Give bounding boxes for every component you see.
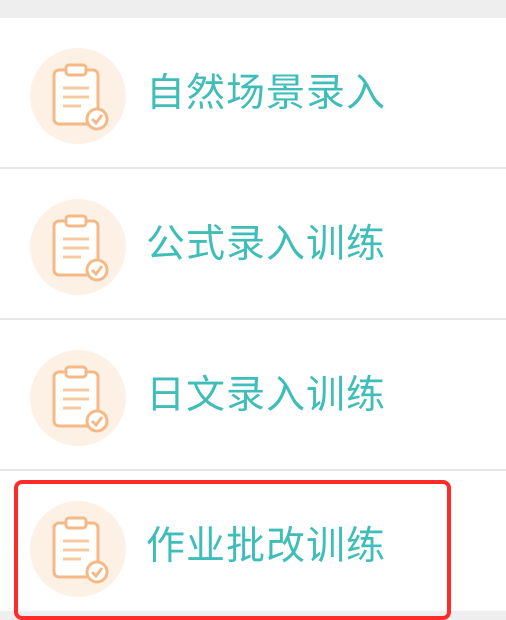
clipboard-check-icon — [30, 501, 126, 597]
menu-item-formula-entry-training[interactable]: 公式录入训练 — [0, 169, 506, 320]
menu-item-japanese-entry-training[interactable]: 日文录入训练 — [0, 320, 506, 471]
menu-item-label: 作业批改训练 — [146, 524, 387, 569]
menu-item-label: 自然场景录入 — [146, 71, 387, 116]
clipboard-check-icon — [30, 199, 126, 295]
menu-item-natural-scene-entry[interactable]: 自然场景录入 — [0, 18, 506, 169]
clipboard-check-icon — [30, 350, 126, 446]
training-menu-list: 自然场景录入 公式录入训练 日文录入训练 作业批改训练 — [0, 18, 506, 611]
menu-item-label: 公式录入训练 — [146, 222, 387, 267]
clipboard-check-icon — [30, 48, 126, 144]
menu-item-homework-grading-training[interactable]: 作业批改训练 — [0, 471, 506, 611]
menu-item-label: 日文录入训练 — [146, 373, 387, 418]
